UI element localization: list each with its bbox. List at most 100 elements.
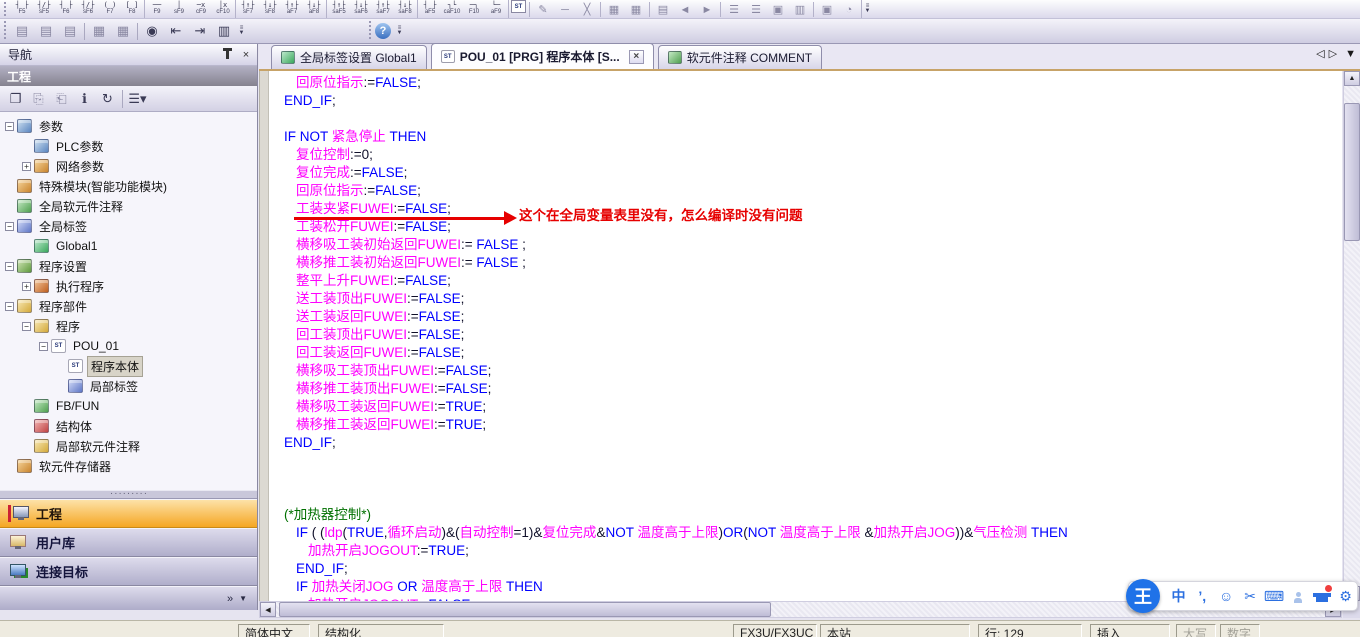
collapse-expander-icon[interactable]: − — [5, 222, 14, 231]
ladder-button-saF5[interactable]: ┤↑├saF5 — [328, 0, 350, 18]
tree-check-icon[interactable]: ☰ — [746, 0, 766, 19]
collapse-expander-icon[interactable]: − — [22, 322, 31, 331]
ladder-button-aF8[interactable]: ┤↓├aF8 — [303, 0, 325, 18]
tree-item-参数[interactable]: −参数 — [0, 116, 257, 136]
ladder-button-saF8[interactable]: ┤↓├saF8 — [394, 0, 416, 18]
snapshot-icon[interactable]: ▣ — [817, 0, 837, 19]
ime-logo-icon[interactable]: 王 — [1126, 579, 1160, 613]
ladder-button-sF5[interactable]: ┤/├sF5 — [33, 0, 55, 18]
ladder-button-caF10[interactable]: ┐└caF10 — [441, 0, 463, 18]
collapse-expander-icon[interactable]: − — [5, 302, 14, 311]
watch-icon[interactable]: ◔ — [839, 0, 859, 19]
ladder-button-cF10[interactable]: │xcF10 — [212, 0, 234, 18]
expand-expander-icon[interactable]: + — [22, 282, 31, 291]
tab-close-icon[interactable]: × — [629, 50, 644, 64]
account-icon[interactable] — [1286, 584, 1309, 608]
tree-item-网络参数[interactable]: +网络参数 — [0, 156, 257, 176]
vertical-scrollbar[interactable]: ▲ ▼ — [1343, 71, 1360, 601]
tree-item-执行程序[interactable]: +执行程序 — [0, 276, 257, 296]
sort-filter-icon[interactable]: ☰▾ — [127, 88, 148, 109]
soft-keyboard-icon[interactable]: ⌨ — [1263, 584, 1286, 608]
scroll-up-icon[interactable]: ▲ — [1344, 71, 1360, 86]
ladder-button-saF7[interactable]: ┤↑├saF7 — [372, 0, 394, 18]
insert-row-below-icon[interactable]: ▤ — [35, 21, 57, 42]
new-item-icon[interactable]: ❐ — [5, 88, 26, 109]
view-button-连接目标[interactable]: 连接目标 — [0, 557, 257, 586]
tree-add-icon[interactable]: ☰ — [724, 0, 744, 19]
view-button-工程[interactable]: 工程 — [0, 499, 257, 528]
expand-buttons-icon[interactable]: » — [227, 593, 233, 605]
tree-item-程序部件[interactable]: −程序部件 — [0, 296, 257, 316]
delete-line-icon[interactable]: ╳ — [577, 0, 597, 19]
edit-range-icon[interactable]: ▦ — [112, 21, 134, 42]
chinese-mode-icon[interactable]: 中 — [1167, 584, 1190, 608]
tab-list-dropdown-icon[interactable]: ▼ — [1345, 48, 1356, 60]
device-display-icon[interactable]: ▦ — [604, 0, 624, 19]
pin-icon[interactable] — [219, 47, 235, 62]
tree-item-全局标签[interactable]: −全局标签 — [0, 216, 257, 236]
paste-icon[interactable]: ⎗ — [51, 88, 72, 109]
device-batch-icon[interactable]: ▦ — [626, 0, 646, 19]
tree-item-FB/FUN[interactable]: FB/FUN — [0, 396, 257, 416]
delete-row-icon[interactable]: ▤ — [59, 21, 81, 42]
tree-item-特殊模块(智能功能模块)[interactable]: 特殊模块(智能功能模块) — [0, 176, 257, 196]
find-prev-icon[interactable]: ◄ — [675, 0, 695, 19]
tree-item-全局软元件注释[interactable]: 全局软元件注释 — [0, 196, 257, 216]
tree-item-局部软元件注释[interactable]: 局部软元件注释 — [0, 436, 257, 456]
ladder-button-sF6[interactable]: ┤/├sF6 — [77, 0, 99, 18]
toolbar-overflow-button[interactable]: ≡▼ — [394, 26, 405, 36]
ladder-button-F6[interactable]: ┤ ├F6 — [55, 0, 77, 18]
help-icon[interactable]: ? — [375, 23, 391, 39]
scroll-tabs-right-icon[interactable]: ▷ — [1329, 47, 1337, 60]
tree-item-POU_01[interactable]: −STPOU_01 — [0, 336, 257, 356]
ladder-button-saF6[interactable]: ┤↓├saF6 — [350, 0, 372, 18]
device-list-icon[interactable]: ▥ — [790, 0, 810, 19]
code-area[interactable]: 回原位指示:=FALSE;END_IF;IF NOT 紧急停止 THEN复位控制… — [270, 74, 1342, 614]
scroll-tabs-left-icon[interactable]: ◁ — [1316, 47, 1324, 60]
tree-item-程序设置[interactable]: −程序设置 — [0, 256, 257, 276]
insert-row-above-icon[interactable]: ▤ — [11, 21, 33, 42]
tab-全局标签设置 Global1[interactable]: 全局标签设置 Global1 — [271, 45, 427, 69]
doc-find-icon[interactable]: ▤ — [653, 0, 673, 19]
tree-item-结构体[interactable]: 结构体 — [0, 416, 257, 436]
ladder-button-F9[interactable]: ──F9 — [146, 0, 168, 18]
ladder-button-F10[interactable]: ─┐F10 — [463, 0, 485, 18]
skin-shirt-icon[interactable] — [1310, 584, 1333, 608]
collapse-expander-icon[interactable]: − — [5, 262, 14, 271]
expand-expander-icon[interactable]: + — [22, 162, 31, 171]
ladder-button-aF9[interactable]: └─aF9 — [485, 0, 507, 18]
ladder-button-F7[interactable]: ( )F7 — [99, 0, 121, 18]
draw-line-icon[interactable]: ─ — [555, 0, 575, 19]
collapse-expander-icon[interactable]: − — [39, 342, 48, 351]
clipboard-scissors-icon[interactable]: ✂ — [1239, 584, 1262, 608]
toolbar-grip[interactable] — [3, 21, 8, 41]
settings-gear-icon[interactable]: ⚙ — [1334, 584, 1357, 608]
tab-软元件注释 COMMENT[interactable]: 软元件注释 COMMENT — [658, 45, 822, 69]
global-refresh-icon[interactable]: ◉ — [141, 21, 163, 42]
close-icon[interactable]: × — [238, 47, 254, 62]
ladder-button-sF8[interactable]: ┤↓├sF8 — [259, 0, 281, 18]
tree-item-程序本体[interactable]: ST程序本体 — [0, 356, 257, 376]
import-page-icon[interactable]: ⇤ — [165, 21, 187, 42]
horizontal-scroll-thumb[interactable] — [279, 602, 771, 617]
tab-POU_01 [PRG] 程序本体 [S...[interactable]: STPOU_01 [PRG] 程序本体 [S...× — [431, 43, 654, 69]
vertical-scroll-thumb[interactable] — [1344, 103, 1360, 241]
tree-item-PLC参数[interactable]: PLC参数 — [0, 136, 257, 156]
find-next-icon[interactable]: ► — [697, 0, 717, 19]
refresh-icon[interactable]: ↻ — [97, 88, 118, 109]
ladder-button-aF7[interactable]: ┤↑├aF7 — [281, 0, 303, 18]
edit-wire-icon[interactable]: ✎ — [533, 0, 553, 19]
tree-item-程序[interactable]: −程序 — [0, 316, 257, 336]
view-button-用户库[interactable]: 用户库 — [0, 528, 257, 557]
toolbar-overflow-button[interactable]: ≡▼ — [236, 26, 247, 36]
edit-cell-icon[interactable]: ▦ — [88, 21, 110, 42]
ladder-button-aF5[interactable]: ┤ ├aF5 — [419, 0, 441, 18]
tree-item-Global1[interactable]: Global1 — [0, 236, 257, 256]
collapse-chevron-icon[interactable]: ▼ — [239, 594, 247, 603]
cross-reference-icon[interactable]: ▣ — [768, 0, 788, 19]
property-icon[interactable]: ℹ — [74, 88, 95, 109]
ladder-button-sF7[interactable]: ┤↑├sF7 — [237, 0, 259, 18]
delete-page-icon[interactable]: ▥ — [213, 21, 235, 42]
punctuation-mode-icon[interactable]: ’, — [1191, 584, 1214, 608]
ladder-button-sF9[interactable]: │ sF9 — [168, 0, 190, 18]
